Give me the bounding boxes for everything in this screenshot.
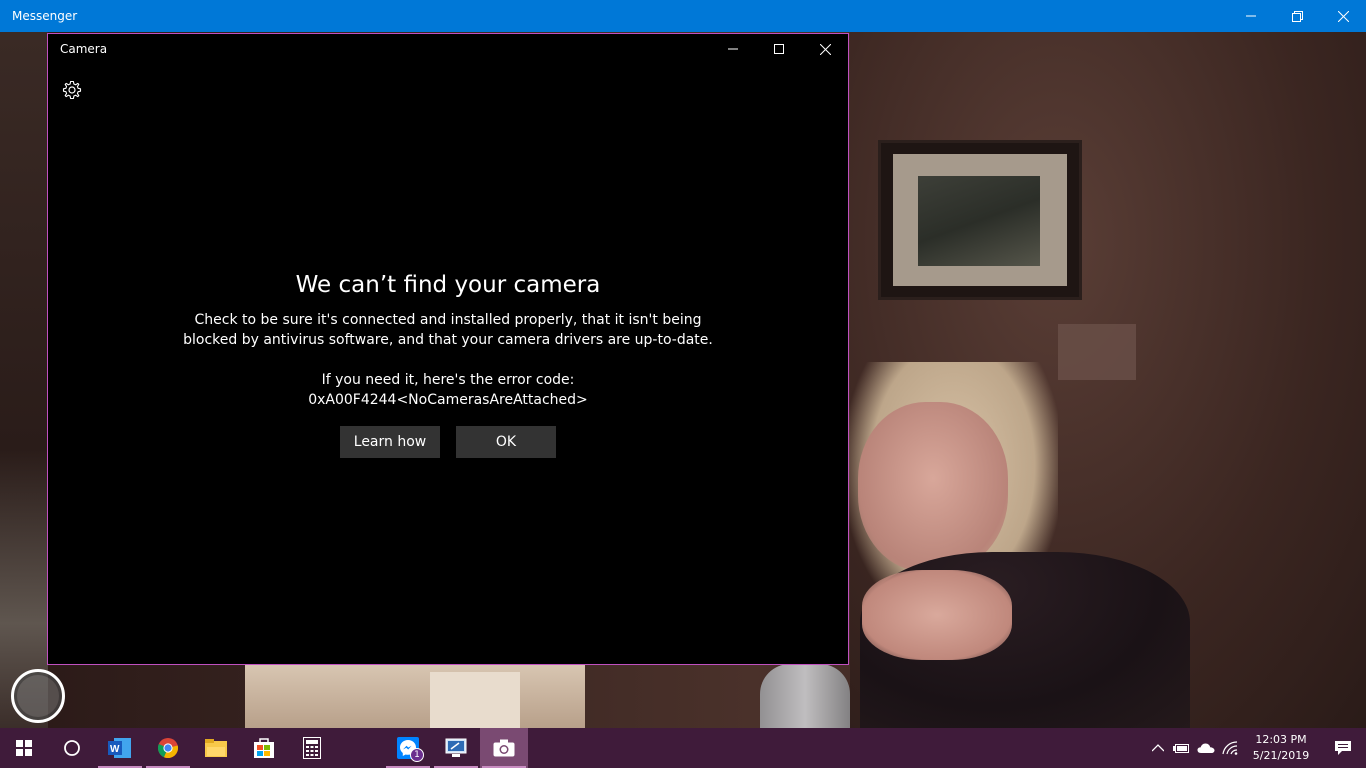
camera-error-dialog: We can’t find your camera Check to be su… <box>48 270 848 458</box>
video-window-light <box>245 664 585 728</box>
taskbar-messenger[interactable]: 1 <box>384 728 432 768</box>
messenger-minimize-button[interactable] <box>1228 0 1274 32</box>
restore-icon <box>1291 10 1303 22</box>
taskbar-word[interactable]: W <box>96 728 144 768</box>
error-code-block: If you need it, here's the error code: 0… <box>48 370 848 410</box>
search-button[interactable] <box>48 728 96 768</box>
clock-time: 12:03 PM <box>1255 733 1307 746</box>
wifi-icon <box>1222 741 1238 755</box>
file-explorer-icon <box>205 739 227 757</box>
minimize-icon <box>728 48 738 50</box>
gear-icon <box>62 80 82 100</box>
capture-button[interactable] <box>11 669 65 723</box>
error-description-line2: blocked by antivirus software, and that … <box>183 332 713 348</box>
taskbar: W 1 12:03 PM 5/21/2019 <box>0 728 1366 768</box>
camera-close-button[interactable] <box>802 34 848 64</box>
battery-icon <box>1173 744 1189 753</box>
network-status[interactable] <box>1218 728 1242 768</box>
messenger-title: Messenger <box>12 9 78 23</box>
minimize-icon <box>1246 15 1256 17</box>
taskbar-calculator[interactable] <box>288 728 336 768</box>
video-left-edge <box>0 32 48 728</box>
error-title: We can’t find your camera <box>295 272 601 298</box>
error-description-line1: Check to be sure it's connected and inst… <box>194 312 702 328</box>
show-hidden-icons-button[interactable] <box>1146 728 1170 768</box>
dialog-buttons: Learn how OK <box>48 426 848 458</box>
notification-icon <box>1335 741 1351 755</box>
taskbar-chrome[interactable] <box>144 728 192 768</box>
start-button[interactable] <box>0 728 48 768</box>
taskbar-file-explorer[interactable] <box>192 728 240 768</box>
svg-text:W: W <box>110 744 120 755</box>
messenger-badge: 1 <box>410 748 424 762</box>
camera-maximize-button[interactable] <box>756 34 802 64</box>
messenger-titlebar: Messenger <box>0 0 1366 32</box>
taskbar-store[interactable] <box>240 728 288 768</box>
video-person-hands <box>862 570 1012 660</box>
camera-minimize-button[interactable] <box>710 34 756 64</box>
video-water-bottle <box>760 664 850 728</box>
store-icon <box>254 738 274 758</box>
taskbar-clock[interactable]: 12:03 PM 5/21/2019 <box>1242 732 1320 764</box>
learn-how-button[interactable]: Learn how <box>340 426 440 458</box>
remote-desktop-icon <box>445 738 467 757</box>
chrome-icon <box>157 738 179 759</box>
system-tray: 12:03 PM 5/21/2019 <box>1146 728 1366 768</box>
camera-title: Camera <box>60 42 108 56</box>
error-description: Check to be sure it's connected and inst… <box>48 310 848 350</box>
search-icon <box>64 740 80 756</box>
word-icon: W <box>108 738 131 758</box>
camera-titlebar: Camera <box>48 34 848 64</box>
maximize-icon <box>774 44 784 54</box>
messenger-restore-button[interactable] <box>1274 0 1320 32</box>
error-code-intro: If you need it, here's the error code: <box>321 372 575 388</box>
taskbar-camera[interactable] <box>480 728 528 768</box>
close-icon <box>1337 10 1349 22</box>
video-picture <box>918 176 1040 266</box>
video-window-light-bright <box>430 672 520 728</box>
ok-button[interactable]: OK <box>456 426 556 458</box>
close-icon <box>819 43 831 55</box>
onedrive-icon <box>1197 743 1215 753</box>
battery-status[interactable] <box>1170 728 1194 768</box>
video-person-face <box>858 402 1008 572</box>
taskbar-spacer <box>336 728 384 768</box>
settings-button[interactable] <box>60 78 84 102</box>
messenger-close-button[interactable] <box>1320 0 1366 32</box>
chevron-up-icon <box>1152 744 1164 752</box>
action-center-button[interactable] <box>1320 728 1366 768</box>
taskbar-remote-desktop[interactable] <box>432 728 480 768</box>
camera-window: Camera We can’t find your camera Check t… <box>47 33 849 665</box>
video-small-photos <box>1058 324 1136 380</box>
clock-date: 5/21/2019 <box>1252 749 1310 762</box>
error-code: 0xA00F4244<NoCamerasAreAttached> <box>308 392 588 408</box>
start-icon <box>16 740 32 756</box>
calculator-icon <box>303 737 321 759</box>
onedrive-status[interactable] <box>1194 728 1218 768</box>
camera-icon <box>493 739 515 757</box>
